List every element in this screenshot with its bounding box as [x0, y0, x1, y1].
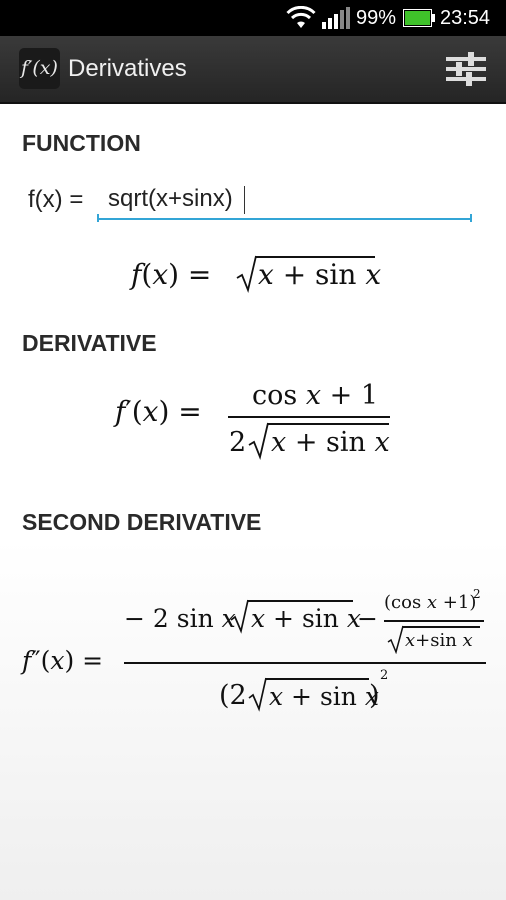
app-icon: f′(x) — [19, 48, 60, 89]
sqrt-symbol — [236, 255, 257, 293]
battery-icon — [403, 9, 435, 27]
action-bar: f′(x) Derivatives — [0, 36, 506, 104]
signal-icon — [322, 7, 350, 29]
input-edge-left — [97, 214, 99, 222]
sqrt-symbol-4 — [387, 625, 404, 654]
fx-input-label: f(x) = — [28, 186, 84, 213]
status-bar: 99% 23:54 — [0, 0, 506, 36]
battery-percent: 99% — [356, 7, 397, 29]
clock: 23:54 — [440, 7, 491, 29]
input-edge-right — [470, 214, 472, 222]
sqrt-symbol-2 — [248, 422, 269, 460]
sqrt-symbol-5 — [248, 677, 267, 712]
derivative-heading: DERIVATIVE — [22, 330, 157, 356]
text-cursor — [244, 186, 245, 214]
function-input[interactable] — [98, 180, 472, 220]
app-title: Derivatives — [68, 55, 187, 82]
sliders-icon[interactable] — [446, 50, 486, 88]
wifi-icon — [286, 6, 316, 28]
second-derivative-heading: SECOND DERIVATIVE — [22, 509, 262, 535]
sqrt-symbol-3 — [230, 599, 249, 634]
function-heading: FUNCTION — [22, 130, 141, 156]
